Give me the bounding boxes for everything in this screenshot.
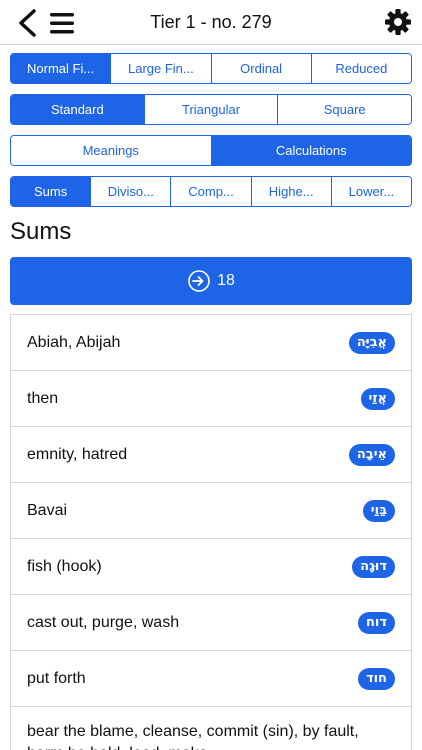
list-item[interactable]: fish (hook) דוּגָה [11, 539, 411, 595]
view-mode-segmented-control: Meanings Calculations [10, 135, 412, 166]
meaning-text: Bavai [27, 501, 68, 519]
meaning-text: fish (hook) [27, 557, 102, 575]
list-item[interactable]: Bavai בַּוַי [11, 483, 411, 539]
hebrew-word-badge: אֵיבָה [348, 443, 395, 466]
list-item[interactable]: Abiah, Abijah אֲבִיָּה [11, 315, 411, 371]
calculation-type-segmented-control: Sums Diviso... Comp... Highe... Lower... [10, 176, 412, 207]
hebrew-word-badge: בַּוַי [362, 499, 395, 522]
list-item[interactable]: cast out, purge, wash דוח [11, 595, 411, 651]
list-item[interactable]: bear the blame, cleanse, commit (sin), b… [11, 707, 411, 750]
segment-style-0[interactable]: Standard [11, 95, 145, 124]
segment-view-0[interactable]: Meanings [11, 136, 212, 165]
segment-calc-2[interactable]: Comp... [171, 177, 252, 206]
segment-calc-3[interactable]: Highe... [251, 177, 332, 206]
font-type-segmented-control: Normal Fi... Large Fin... Ordinal Reduced [10, 53, 412, 84]
meaning-text: Abiah, Abijah [27, 333, 121, 351]
segment-font-1[interactable]: Large Fin... [111, 54, 212, 83]
segment-font-3[interactable]: Reduced [311, 54, 411, 83]
meaning-text: bear the blame, cleanse, commit (sin), b… [27, 723, 359, 750]
hebrew-word-badge: דוּגָה [352, 555, 395, 578]
list-item[interactable]: emnity, hatred אֵיבָה [11, 427, 411, 483]
segment-calc-4[interactable]: Lower... [331, 177, 411, 206]
list-item[interactable]: put forth חוד [11, 651, 411, 707]
sum-value-button[interactable]: 18 [10, 257, 412, 305]
meaning-text: emnity, hatred [27, 445, 128, 463]
navigation-bar: Tier 1 - no. 279 [0, 0, 422, 45]
hebrew-word-badge: חוד [357, 667, 395, 690]
segment-style-1[interactable]: Triangular [144, 95, 279, 124]
segment-calc-1[interactable]: Diviso... [91, 177, 172, 206]
segment-font-2[interactable]: Ordinal [211, 54, 312, 83]
number-style-segmented-control: Standard Triangular Square [10, 94, 412, 125]
meanings-list: Abiah, Abijah אֲבִיָּה then אֲזַי emnity, ha… [10, 314, 412, 750]
segment-calc-0[interactable]: Sums [11, 177, 92, 206]
segment-view-1[interactable]: Calculations [211, 136, 411, 165]
section-title: Sums [10, 218, 72, 245]
meaning-text: put forth [27, 669, 86, 687]
segment-style-2[interactable]: Square [278, 95, 411, 124]
page-title: Tier 1 - no. 279 [150, 12, 272, 32]
hebrew-word-badge: דוח [357, 611, 395, 634]
hebrew-word-badge: אֲזַי [360, 387, 395, 410]
list-item[interactable]: then אֲזַי [11, 371, 411, 427]
meaning-text: cast out, purge, wash [27, 613, 180, 631]
segment-font-0[interactable]: Normal Fi... [11, 54, 112, 83]
hebrew-word-badge: אֲבִיָּה [348, 331, 395, 354]
enter-arrow-icon [188, 270, 210, 292]
meaning-text: then [27, 389, 59, 407]
gear-icon[interactable] [384, 8, 412, 36]
sum-value: 18 [217, 272, 235, 289]
